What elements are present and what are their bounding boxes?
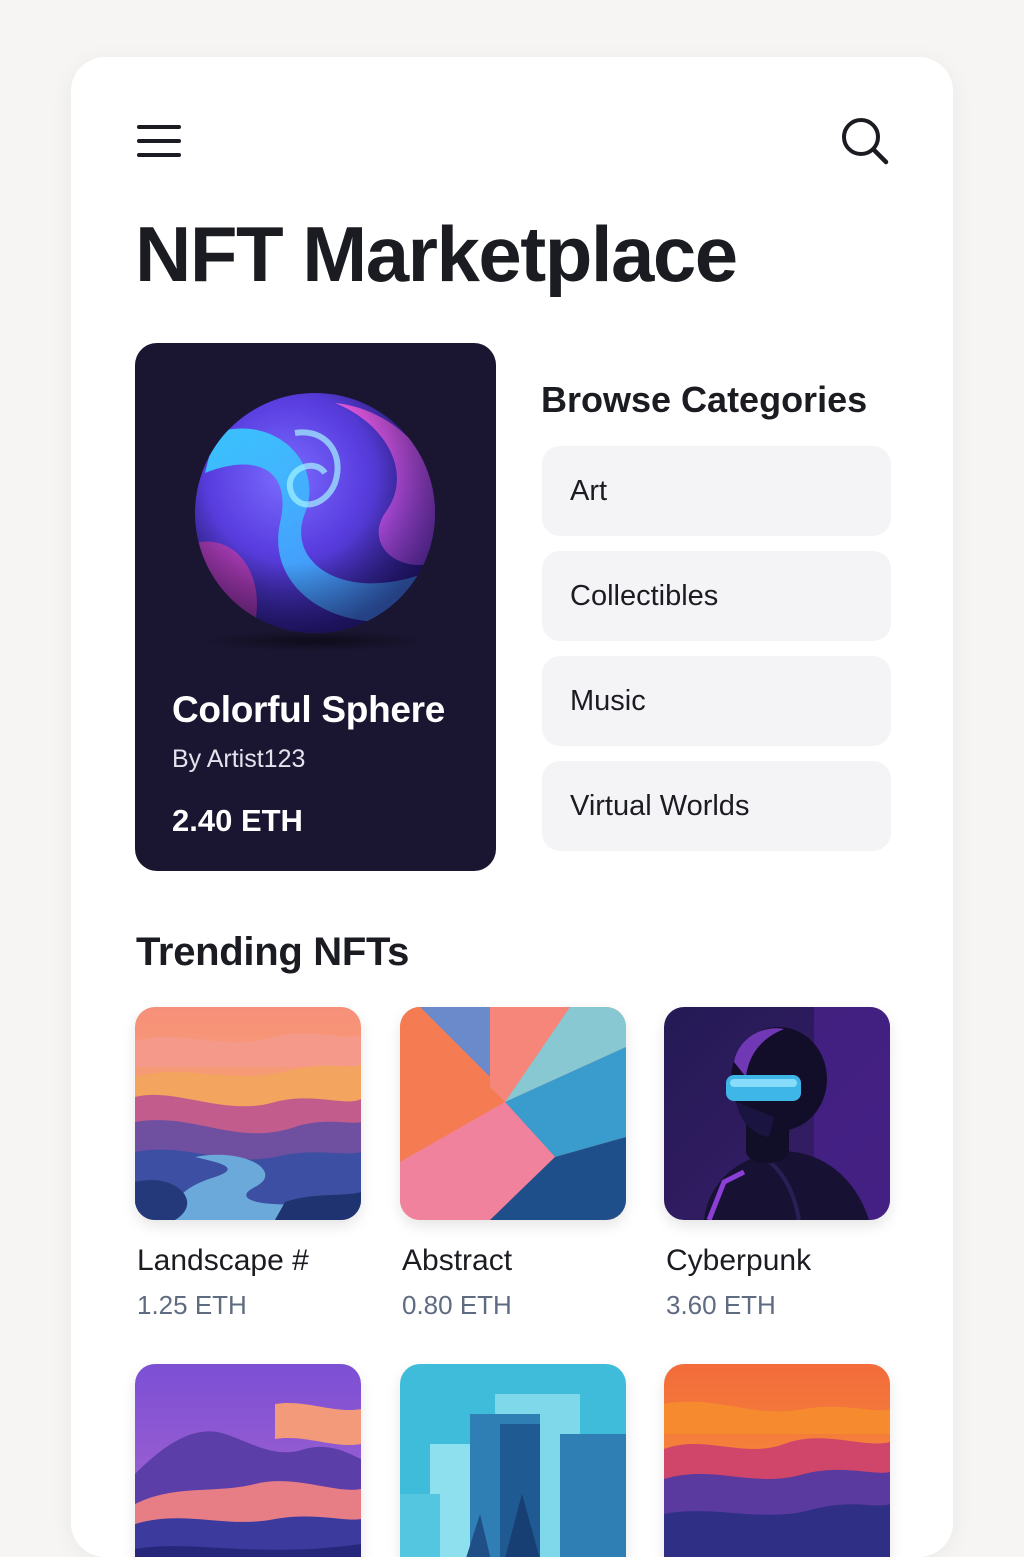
cyberpunk-thumbnail bbox=[664, 1007, 890, 1220]
nft-card-blue-city[interactable] bbox=[400, 1364, 626, 1557]
nft-price: 3.60 ETH bbox=[666, 1290, 776, 1320]
nft-price: 0.80 ETH bbox=[402, 1290, 512, 1320]
nft-card-landscape[interactable]: Landscape # 1.25 ETH bbox=[135, 1007, 361, 1321]
nft-name: Abstract bbox=[402, 1244, 513, 1277]
category-collectibles-button[interactable]: Collectibles bbox=[542, 551, 891, 641]
category-music-button[interactable]: Music bbox=[542, 656, 891, 746]
featured-nft-price: 2.40 ETH bbox=[172, 803, 303, 838]
featured-nft-artist: By Artist123 bbox=[172, 745, 306, 773]
nft-price: 1.25 ETH bbox=[137, 1290, 247, 1320]
featured-nft-name: Colorful Sphere bbox=[172, 689, 446, 730]
abstract-thumbnail bbox=[400, 1007, 626, 1220]
category-art-button[interactable]: Art bbox=[542, 446, 891, 536]
nft-card-purple-mountains[interactable] bbox=[135, 1364, 361, 1557]
category-list: Art Collectibles Music Virtual Worlds bbox=[542, 446, 891, 866]
search-icon[interactable] bbox=[839, 115, 891, 167]
orange-sunset-thumbnail bbox=[664, 1364, 890, 1557]
trending-heading: Trending NFTs bbox=[136, 930, 410, 974]
featured-nft-card[interactable]: Colorful Sphere By Artist123 2.40 ETH bbox=[135, 343, 496, 871]
categories-heading: Browse Categories bbox=[541, 379, 868, 420]
app-screen: NFT Marketplace Colorful Sphere By Artis… bbox=[71, 57, 953, 1557]
blue-city-thumbnail bbox=[400, 1364, 626, 1557]
category-virtual-worlds-button[interactable]: Virtual Worlds bbox=[542, 761, 891, 851]
landscape-thumbnail bbox=[135, 1007, 361, 1220]
nft-card-abstract[interactable]: Abstract 0.80 ETH bbox=[400, 1007, 626, 1321]
page-title: NFT Marketplace bbox=[135, 210, 738, 298]
nft-card-cyberpunk[interactable]: Cyberpunk 3.60 ETH bbox=[664, 1007, 890, 1321]
hamburger-menu-icon[interactable] bbox=[136, 123, 184, 163]
purple-mountains-thumbnail bbox=[135, 1364, 361, 1557]
colorful-sphere-image bbox=[195, 393, 435, 651]
nft-name: Cyberpunk bbox=[666, 1244, 812, 1277]
nft-name: Landscape # bbox=[137, 1244, 309, 1277]
nft-card-orange-sunset[interactable] bbox=[664, 1364, 890, 1557]
